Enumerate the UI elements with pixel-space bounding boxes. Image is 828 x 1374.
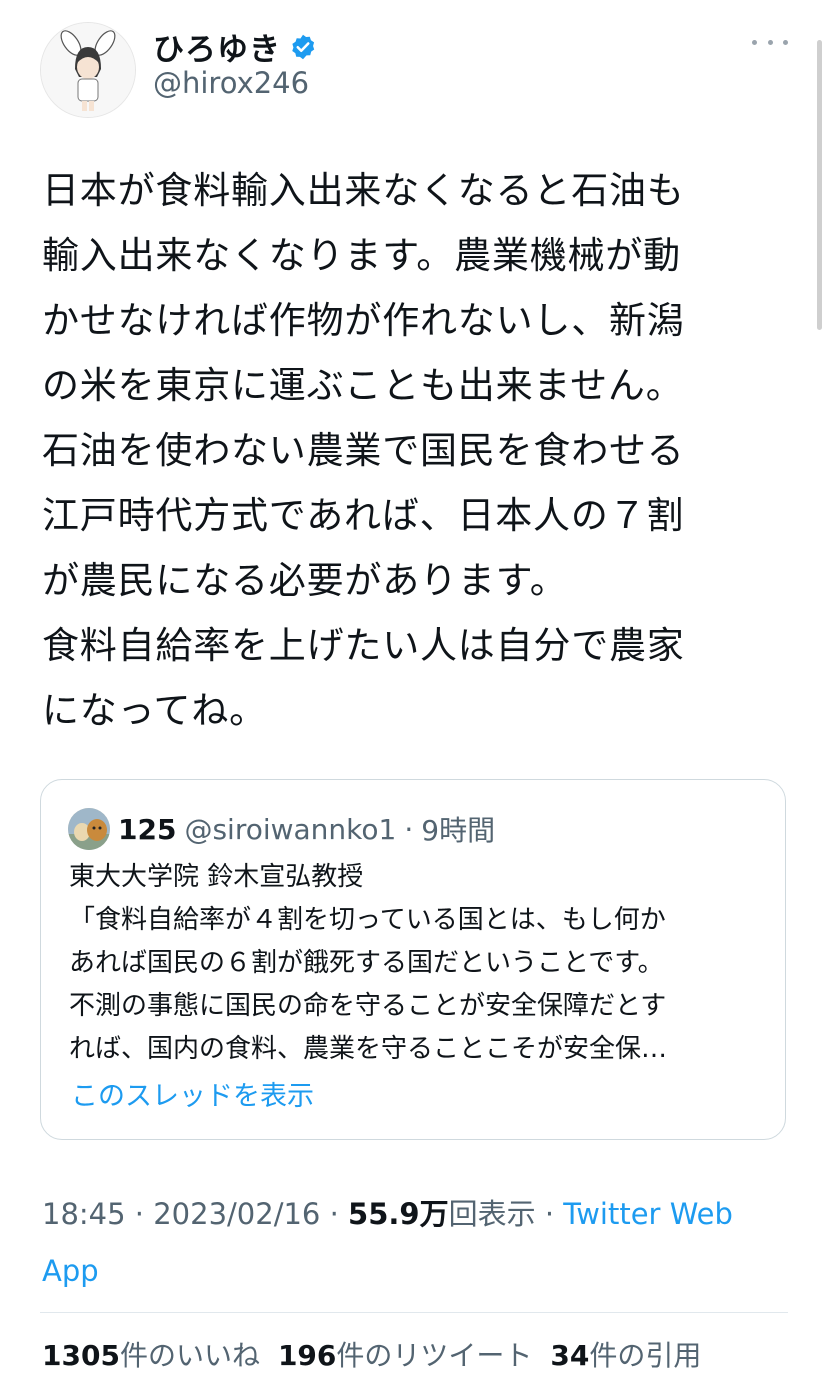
- retweets-stat[interactable]: 196件のリツイート: [278, 1334, 532, 1374]
- meta-separator: ·: [404, 812, 414, 846]
- more-dot: [767, 39, 773, 45]
- show-thread-link[interactable]: このスレッドを表示: [71, 1074, 314, 1113]
- avatar-illustration: [41, 23, 135, 117]
- verified-badge-icon: [292, 34, 315, 59]
- quoted-time[interactable]: 9時間: [421, 809, 495, 849]
- author-avatar[interactable]: [40, 22, 136, 118]
- view-count[interactable]: 55.9万: [348, 1197, 449, 1231]
- retweets-label: 件のリツイート: [336, 1339, 533, 1372]
- likes-label: 件のいいね: [119, 1339, 260, 1372]
- tweet-time[interactable]: 18:45: [42, 1197, 126, 1231]
- meta-separator: ·: [544, 1197, 555, 1231]
- view-count-label[interactable]: 回表示: [449, 1197, 536, 1231]
- quotes-count: 34: [550, 1339, 590, 1372]
- tweet-text: 日本が食料輸入出来なくなると石油も 輸入出来なくなります。農業機械が動 かせなけ…: [42, 169, 685, 732]
- author-handle[interactable]: @hirox246: [153, 66, 309, 100]
- quoted-tweet-text: 東大大学院 鈴木宣弘教授 「食料自給率が４割を切っている国とは、もし何か あれば…: [69, 862, 668, 1064]
- author-display-name[interactable]: ひろゆき: [153, 24, 317, 69]
- more-options-icon[interactable]: [752, 30, 788, 54]
- meta-separator: ·: [134, 1197, 145, 1231]
- quoted-author-handle[interactable]: @siroiwannko1: [184, 813, 396, 846]
- tweet-date[interactable]: 2023/02/16: [153, 1197, 320, 1231]
- likes-stat[interactable]: 1305件のいいね: [42, 1334, 260, 1374]
- likes-count: 1305: [42, 1339, 120, 1372]
- more-dot: [783, 39, 788, 45]
- meta-separator: ·: [329, 1197, 339, 1231]
- quoted-author-name[interactable]: 125: [118, 813, 176, 846]
- tweet-metadata: 18:45 · 2023/02/16 · 55.9万回表示 · Twitter …: [42, 1186, 782, 1300]
- retweets-count: 196: [277, 1339, 337, 1372]
- engagement-stats: 1305件のいいね 196件のリツイート 34件の引用: [42, 1334, 701, 1374]
- quotes-label: 件の引用: [589, 1339, 702, 1372]
- dog-avatar-icon: [68, 808, 110, 850]
- author-name-text: ひろゆき: [153, 32, 281, 68]
- stats-divider: [40, 1312, 788, 1313]
- more-dot: [752, 39, 757, 45]
- quotes-stat[interactable]: 34件の引用: [550, 1334, 701, 1374]
- scrollbar-thumb[interactable]: [817, 40, 822, 330]
- quoted-tweet-card[interactable]: 125 @siroiwannko1 · 9時間 東大大学院 鈴木宣弘教授 「食料…: [40, 779, 786, 1140]
- quoted-tweet-header: 125 @siroiwannko1 · 9時間: [68, 808, 495, 850]
- quoted-author-avatar[interactable]: [68, 808, 110, 850]
